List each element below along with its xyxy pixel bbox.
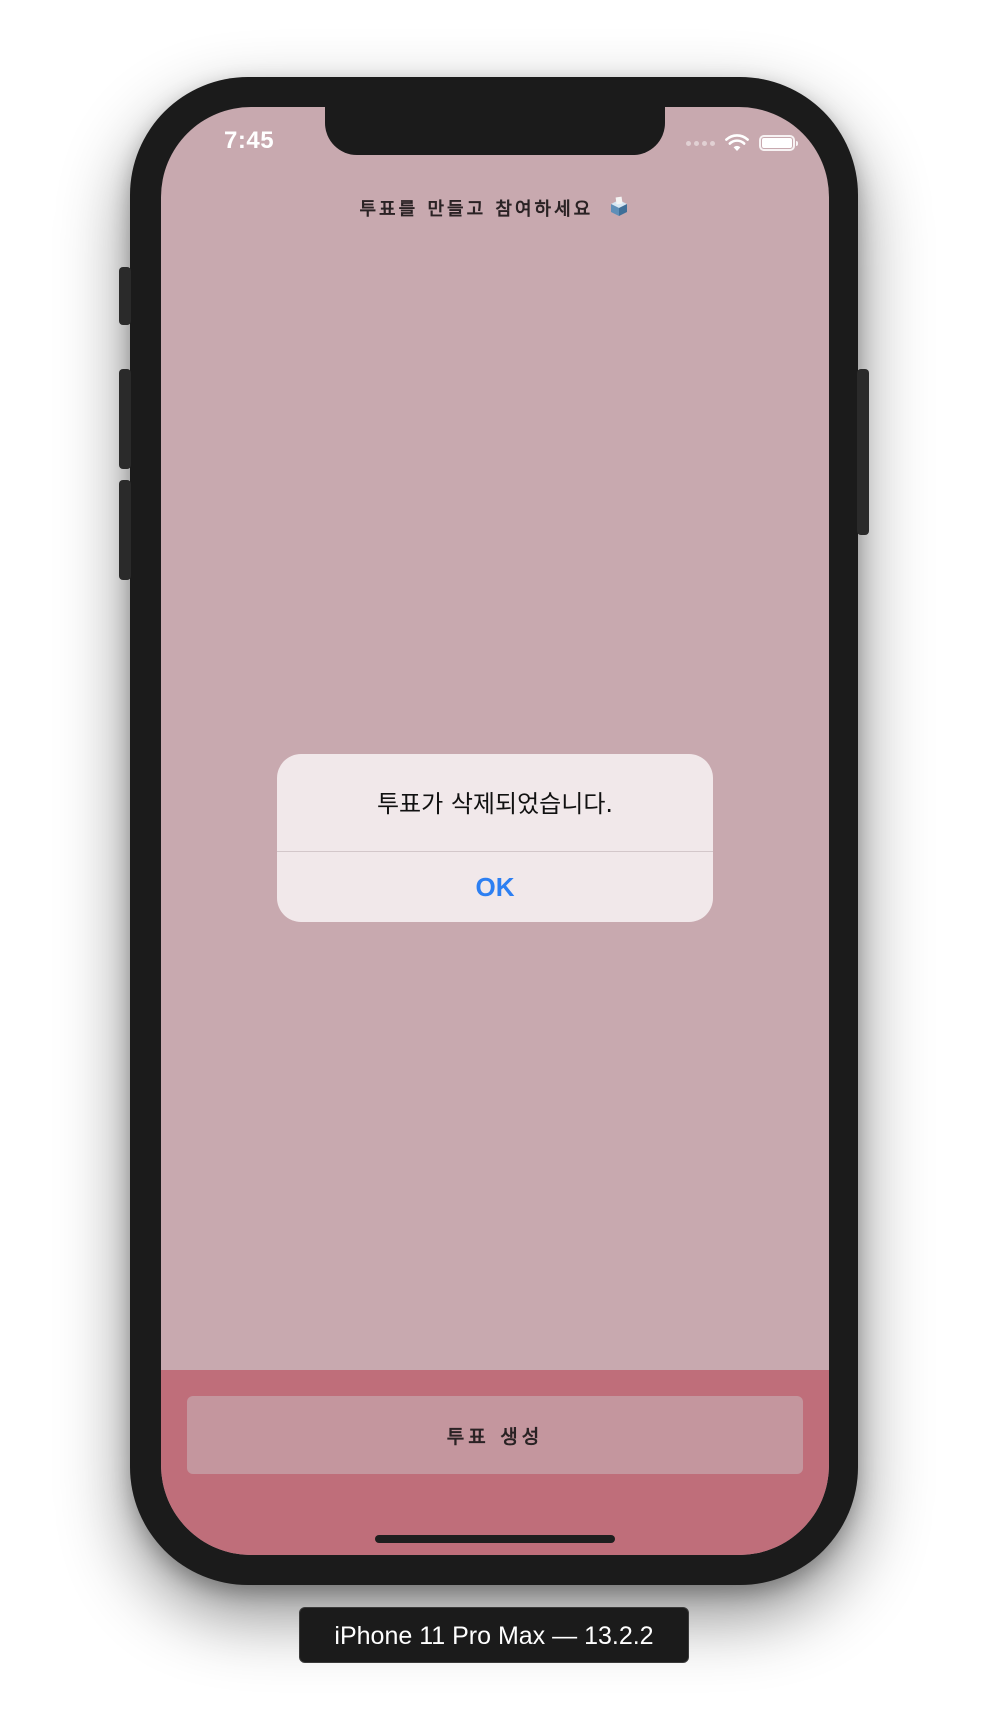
page-title: 투표를 만들고 참여하세요: [161, 195, 829, 221]
volume-down-button: [119, 480, 131, 580]
cellular-signal-icon: [686, 140, 715, 146]
notch: [325, 107, 665, 155]
battery-icon: [759, 135, 798, 151]
page-title-text: 투표를 만들고 참여하세요: [359, 199, 594, 220]
volume-up-button: [119, 369, 131, 469]
alert-dialog: 투표가 삭제되었습니다. OK: [277, 754, 713, 922]
power-button: [857, 369, 869, 535]
alert-message: 투표가 삭제되었습니다.: [376, 790, 614, 818]
bottom-bar: 투표 생성: [161, 1370, 829, 1555]
mute-switch: [119, 267, 131, 325]
ballot-box-icon: [611, 196, 628, 216]
status-time: 7:45: [224, 127, 275, 154]
wifi-icon: [725, 134, 749, 151]
home-indicator[interactable]: [375, 1535, 615, 1543]
alert-ok-button[interactable]: OK: [277, 852, 713, 922]
simulator-device-label: iPhone 11 Pro Max — 13.2.2: [299, 1607, 689, 1663]
status-icons: [686, 131, 798, 155]
create-poll-button[interactable]: 투표 생성: [187, 1396, 803, 1474]
simulator-stage: 7:45 투표를 만들고 참여하세요 투표가 삭제되었습니다. OK 투표 생성…: [0, 0, 988, 1736]
device-screen: 7:45 투표를 만들고 참여하세요 투표가 삭제되었습니다. OK 투표 생성: [161, 107, 829, 1555]
iphone-device-frame: 7:45 투표를 만들고 참여하세요 투표가 삭제되었습니다. OK 투표 생성: [119, 77, 869, 1585]
